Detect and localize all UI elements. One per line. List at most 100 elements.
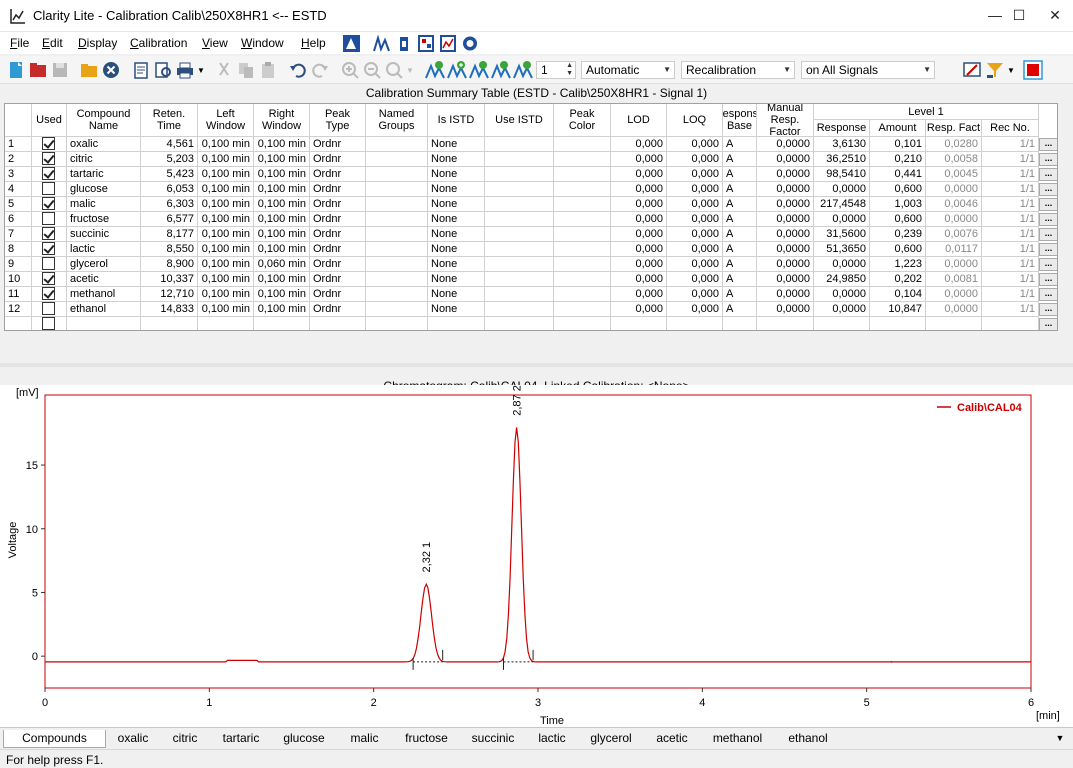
used-checkbox[interactable] xyxy=(42,137,55,150)
table-cell-mrf[interactable]: 0,0000 xyxy=(757,137,814,152)
table-cell-ret[interactable]: 8,550 xyxy=(141,242,198,257)
table-cell-pc[interactable] xyxy=(554,257,611,272)
table-cell-lw[interactable]: 0,100 min xyxy=(198,212,254,227)
table-cell-used[interactable] xyxy=(32,167,67,182)
new-row-cell-name[interactable] xyxy=(67,317,141,330)
stop-icon[interactable] xyxy=(1023,60,1043,80)
table-cell-rw[interactable]: 0,100 min xyxy=(254,227,310,242)
table-cell-rw[interactable]: 0,100 min xyxy=(254,137,310,152)
table-cell-resp[interactable]: 24,9850 xyxy=(814,272,870,287)
table-cell-resp[interactable]: 0,0000 xyxy=(814,287,870,302)
table-cell-n[interactable]: 5 xyxy=(5,197,32,212)
table-cell-n[interactable]: 6 xyxy=(5,212,32,227)
table-cell-rf[interactable]: 0,0000 xyxy=(926,257,982,272)
column-header-name[interactable]: Compound Name xyxy=(67,104,141,137)
table-cell-lw[interactable]: 0,100 min xyxy=(198,242,254,257)
table-cell-n[interactable]: 2 xyxy=(5,152,32,167)
table-cell-rw[interactable]: 0,100 min xyxy=(254,152,310,167)
table-cell-ng[interactable] xyxy=(366,242,428,257)
table-cell-rw[interactable]: 0,100 min xyxy=(254,287,310,302)
table-cell-rec[interactable]: 1/1 xyxy=(982,212,1039,227)
table-cell-rec[interactable]: 1/1 xyxy=(982,167,1039,182)
table-cell-pc[interactable] xyxy=(554,212,611,227)
table-cell-rec[interactable]: 1/1 xyxy=(982,272,1039,287)
table-cell-rb[interactable]: A xyxy=(723,272,757,287)
table-cell-lod[interactable]: 0,000 xyxy=(611,257,667,272)
folder-icon[interactable] xyxy=(79,60,99,80)
table-cell-mrf[interactable]: 0,0000 xyxy=(757,242,814,257)
menu-view[interactable]: View xyxy=(202,36,228,50)
table-cell-used[interactable] xyxy=(32,137,67,152)
column-header-resp[interactable]: Response xyxy=(814,120,870,137)
column-header-mrf[interactable]: Manual Resp. Factor xyxy=(757,104,814,137)
table-cell-pt[interactable]: Ordnr xyxy=(310,152,366,167)
column-header-pc[interactable]: Peak Color xyxy=(554,104,611,137)
spinner-arrows-icon[interactable]: ▲ ▼ xyxy=(566,62,573,78)
table-cell-amt[interactable]: 10,847 xyxy=(870,302,926,317)
table-cell-uistd[interactable] xyxy=(485,227,554,242)
table-cell-n[interactable]: 3 xyxy=(5,167,32,182)
column-header-rf[interactable]: Resp. Fact xyxy=(926,120,982,137)
filter-icon[interactable] xyxy=(985,60,1005,80)
table-cell-amt[interactable]: 0,600 xyxy=(870,242,926,257)
new-row-cell-lod[interactable] xyxy=(611,317,667,330)
table-cell-lw[interactable]: 0,100 min xyxy=(198,227,254,242)
table-cell-rf[interactable]: 0,0081 xyxy=(926,272,982,287)
row-edit-button[interactable]: ... xyxy=(1039,183,1057,196)
level-spinner[interactable]: 1 ▲ ▼ xyxy=(536,61,576,79)
table-cell-lod[interactable]: 0,000 xyxy=(611,272,667,287)
signals-combo[interactable]: on All Signals ▼ xyxy=(801,61,935,79)
table-cell-rf[interactable]: 0,0046 xyxy=(926,197,982,212)
table-cell-mrf[interactable]: 0,0000 xyxy=(757,182,814,197)
table-cell-loq[interactable]: 0,000 xyxy=(667,167,723,182)
table-cell-rw[interactable]: 0,100 min xyxy=(254,212,310,227)
tab-glucose[interactable]: glucose xyxy=(273,730,335,748)
table-cell-pc[interactable] xyxy=(554,152,611,167)
table-cell-lw[interactable]: 0,100 min xyxy=(198,287,254,302)
table-cell-istd[interactable]: None xyxy=(428,272,485,287)
table-cell-pt[interactable]: Ordnr xyxy=(310,137,366,152)
table-cell-name[interactable]: malic xyxy=(67,197,141,212)
table-cell-istd[interactable]: None xyxy=(428,212,485,227)
table-cell-pt[interactable]: Ordnr xyxy=(310,212,366,227)
add-all-icon[interactable] xyxy=(469,60,489,80)
table-cell-ng[interactable] xyxy=(366,227,428,242)
table-cell-rf[interactable]: 0,0000 xyxy=(926,287,982,302)
table-cell-mrf[interactable]: 0,0000 xyxy=(757,272,814,287)
report-setup-icon[interactable] xyxy=(131,60,151,80)
undo-icon[interactable] xyxy=(288,60,308,80)
table-cell-rw[interactable]: 0,100 min xyxy=(254,272,310,287)
table-cell-pc[interactable] xyxy=(554,227,611,242)
table-cell-rf[interactable]: 0,0280 xyxy=(926,137,982,152)
table-cell-rb[interactable]: A xyxy=(723,152,757,167)
add-compound-icon[interactable] xyxy=(447,60,467,80)
menu-edit[interactable]: Edit xyxy=(42,36,63,50)
table-cell-rf[interactable]: 0,0117 xyxy=(926,242,982,257)
table-cell-pt[interactable]: Ordnr xyxy=(310,257,366,272)
table-cell-rec[interactable]: 1/1 xyxy=(982,257,1039,272)
table-cell-pt[interactable]: Ordnr xyxy=(310,167,366,182)
table-cell-rec[interactable]: 1/1 xyxy=(982,182,1039,197)
table-cell-resp[interactable]: 36,2510 xyxy=(814,152,870,167)
table-cell-lod[interactable]: 0,000 xyxy=(611,287,667,302)
tab-citric[interactable]: citric xyxy=(161,730,209,748)
table-cell-n[interactable]: 4 xyxy=(5,182,32,197)
table-cell-ret[interactable]: 6,577 xyxy=(141,212,198,227)
row-edit-button[interactable]: ... xyxy=(1039,153,1057,166)
table-cell-mrf[interactable]: 0,0000 xyxy=(757,152,814,167)
table-cell-loq[interactable]: 0,000 xyxy=(667,242,723,257)
table-cell-loq[interactable]: 0,000 xyxy=(667,257,723,272)
device-monitor-icon[interactable] xyxy=(462,35,478,52)
used-checkbox[interactable] xyxy=(42,182,55,195)
table-cell-rw[interactable]: 0,100 min xyxy=(254,242,310,257)
table-cell-pc[interactable] xyxy=(554,272,611,287)
used-checkbox[interactable] xyxy=(42,242,55,255)
table-cell-lw[interactable]: 0,100 min xyxy=(198,302,254,317)
table-cell-mrf[interactable]: 0,0000 xyxy=(757,302,814,317)
tab-glycerol[interactable]: glycerol xyxy=(578,730,644,748)
table-cell-loq[interactable]: 0,000 xyxy=(667,182,723,197)
menu-window[interactable]: Window xyxy=(241,36,284,50)
table-cell-rb[interactable]: A xyxy=(723,167,757,182)
table-cell-rec[interactable]: 1/1 xyxy=(982,227,1039,242)
menu-calibration[interactable]: Calibration xyxy=(130,36,187,50)
